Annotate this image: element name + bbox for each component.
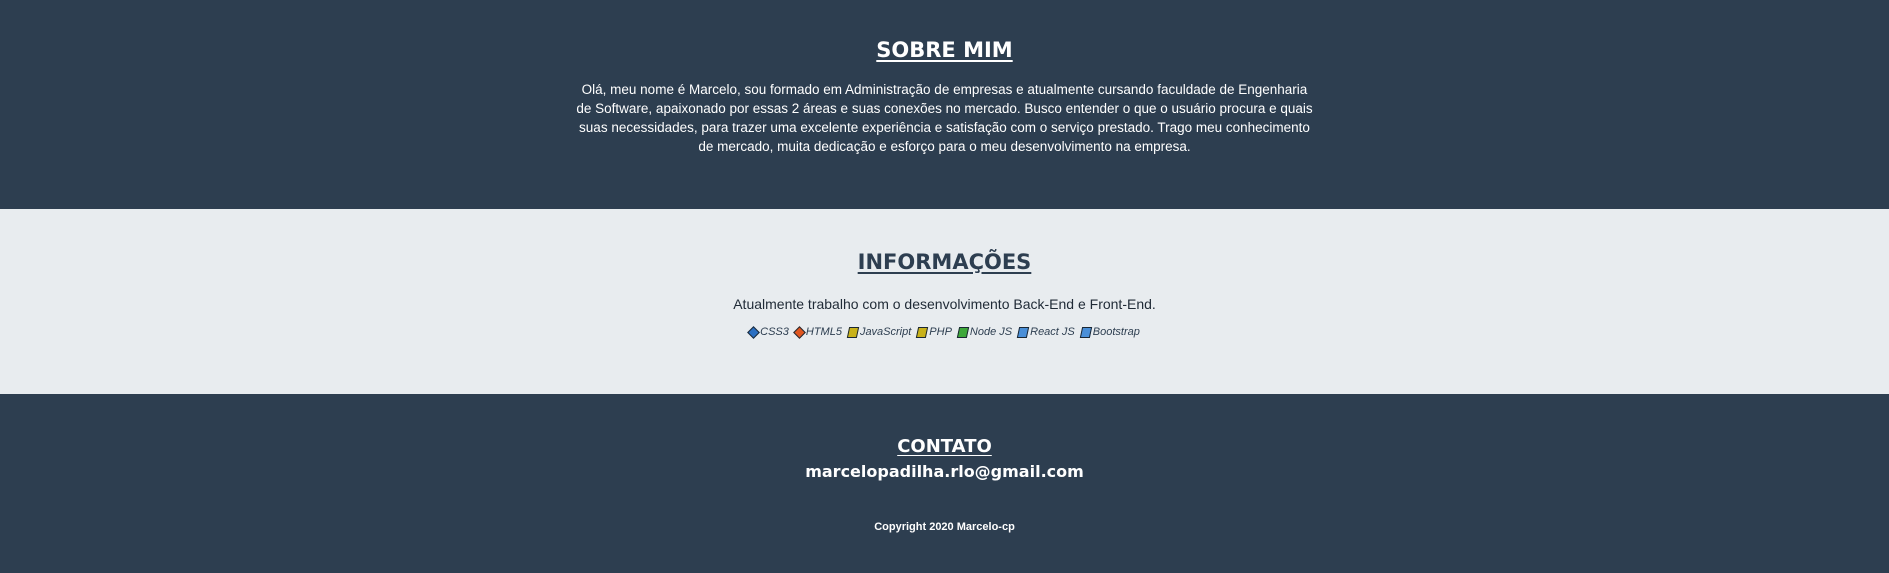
tech-label: Node JS [969, 326, 1013, 338]
info-section: INFORMAÇÕES Atualmente trabalho com o de… [0, 209, 1889, 394]
about-text: Olá, meu nome é Marcelo, sou formado em … [576, 82, 1313, 154]
reactjs-icon [1016, 326, 1030, 338]
contact-email[interactable]: marcelopadilha.rlo@gmail.com [0, 462, 1889, 481]
tech-label: CSS3 [760, 326, 789, 338]
nodejs-icon [956, 326, 970, 338]
tech-item-nodejs: Node JS [956, 326, 1013, 338]
technology-list: CSS3 HTML5 JavaScript PHP Node JS React … [0, 325, 1889, 339]
css3-icon [747, 325, 760, 339]
javascript-icon [846, 326, 860, 338]
tech-label: JavaScript [859, 326, 912, 338]
tech-label: React JS [1030, 326, 1075, 338]
tech-label: Bootstrap [1092, 326, 1140, 338]
tech-item-php: PHP [916, 326, 952, 338]
php-icon [916, 326, 929, 338]
info-text: Atualmente trabalho com o desenvolviment… [733, 296, 1156, 312]
tech-label: PHP [929, 326, 952, 338]
tech-item-html5: HTML5 [793, 325, 842, 339]
info-heading: INFORMAÇÕES [857, 250, 1032, 274]
tech-item-reactjs: React JS [1016, 326, 1075, 338]
contact-heading: CONTATO [897, 436, 992, 457]
bootstrap-icon [1079, 326, 1092, 338]
contact-section: CONTATO marcelopadilha.rlo@gmail.com Cop… [0, 394, 1889, 573]
about-section: SOBRE MIM Olá, meu nome é Marcelo, sou f… [0, 0, 1889, 209]
html5-icon [793, 325, 806, 339]
tech-label: HTML5 [805, 326, 842, 338]
tech-item-javascript: JavaScript [846, 326, 912, 338]
tech-item-bootstrap: Bootstrap [1079, 326, 1140, 338]
copyright-text: Copyright 2020 Marcelo-cp [874, 521, 1015, 533]
about-heading: SOBRE MIM [876, 38, 1013, 62]
tech-item-css3: CSS3 [747, 325, 789, 339]
